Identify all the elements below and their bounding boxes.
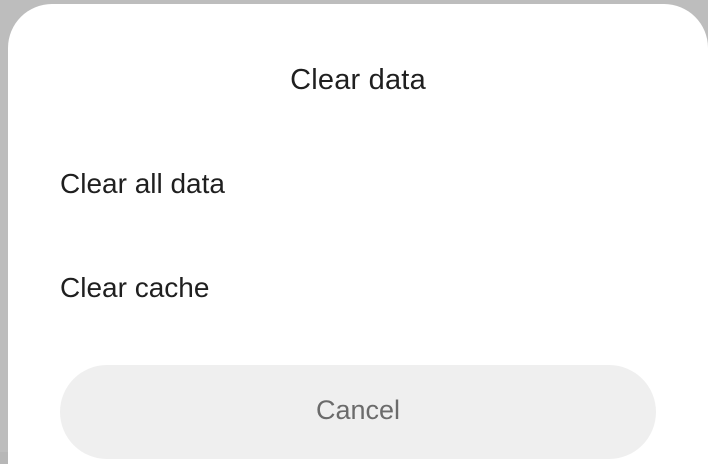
dialog-title: Clear data [290,64,426,96]
cancel-button[interactable]: Cancel [60,365,656,459]
clear-cache-option[interactable]: Clear cache [60,272,209,304]
clear-data-bottom-sheet: Clear data Clear all data Clear cache Ca… [8,4,708,464]
cancel-button-label: Cancel [315,394,401,425]
clear-all-data-option[interactable]: Clear all data [60,168,225,200]
